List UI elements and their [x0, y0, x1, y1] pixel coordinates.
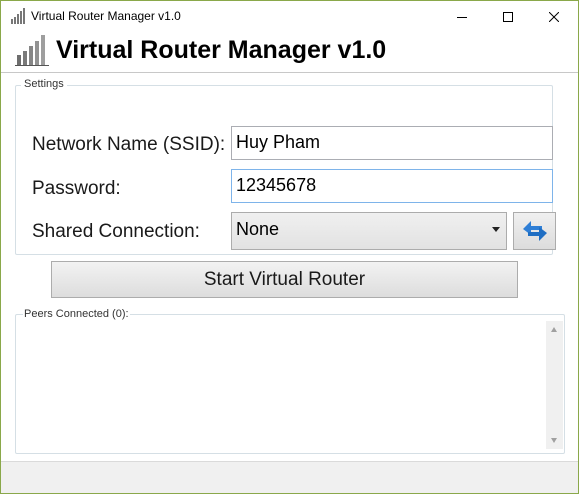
- refresh-button[interactable]: [513, 212, 556, 250]
- start-router-button[interactable]: Start Virtual Router: [51, 261, 518, 298]
- scroll-up-icon[interactable]: [551, 327, 557, 332]
- shared-connection-label: Shared Connection:: [32, 221, 200, 242]
- maximize-icon: [503, 11, 513, 22]
- peers-list[interactable]: [18, 321, 542, 449]
- ssid-input[interactable]: Huy Pham: [231, 126, 553, 160]
- maximize-button[interactable]: [485, 1, 531, 32]
- app-header: Virtual Router Manager v1.0: [1, 32, 578, 73]
- main-content: Settings Network Name (SSID): Huy Pham P…: [1, 73, 578, 461]
- shared-connection-value: None: [236, 219, 280, 239]
- close-button[interactable]: [531, 1, 577, 32]
- peers-group: Peers Connected (0):: [15, 308, 565, 454]
- settings-legend: Settings: [21, 78, 67, 90]
- peers-legend: Peers Connected (0):: [23, 308, 130, 320]
- minimize-button[interactable]: [439, 1, 485, 32]
- shared-connection-select[interactable]: None: [231, 212, 507, 250]
- settings-group: Settings Network Name (SSID): Huy Pham P…: [15, 78, 556, 255]
- close-icon: [549, 11, 559, 22]
- status-bar: [1, 461, 578, 493]
- password-input[interactable]: 12345678: [231, 169, 553, 203]
- password-label: Password:: [32, 178, 121, 199]
- window-title: Virtual Router Manager v1.0: [31, 9, 181, 23]
- signal-bars-icon: [15, 35, 49, 66]
- title-bar[interactable]: Virtual Router Manager v1.0: [1, 1, 578, 32]
- peers-scrollbar[interactable]: [546, 321, 563, 449]
- scroll-down-icon[interactable]: [551, 438, 557, 443]
- app-window: Virtual Router Manager v1.0 Virtual Rout…: [0, 0, 579, 494]
- signal-bars-icon: [11, 8, 25, 24]
- page-title: Virtual Router Manager v1.0: [56, 36, 387, 64]
- refresh-arrows-icon: [522, 221, 547, 241]
- chevron-down-icon: [492, 227, 500, 232]
- ssid-label: Network Name (SSID):: [32, 134, 226, 155]
- minimize-icon: [457, 16, 467, 18]
